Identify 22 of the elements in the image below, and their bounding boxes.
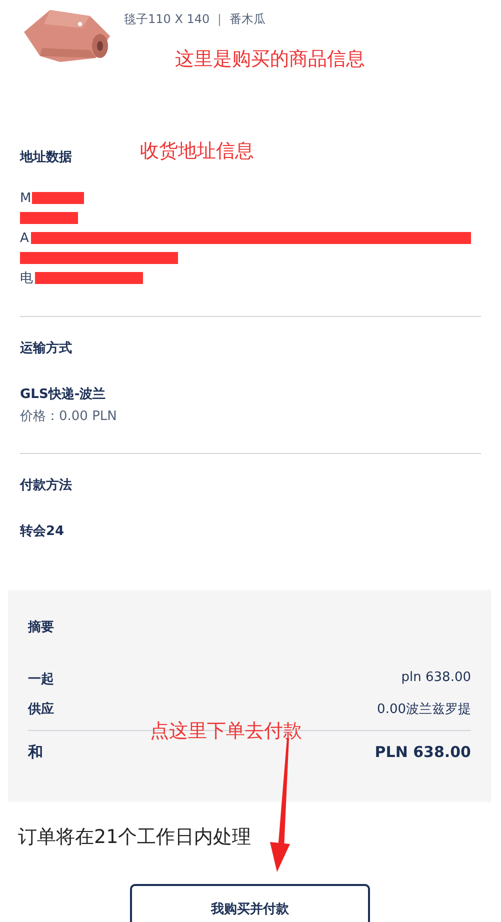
buy-and-pay-button[interactable]: 我购买并付款 xyxy=(130,884,370,922)
address-text: 电 xyxy=(20,270,33,287)
address-text: M xyxy=(20,190,32,206)
annotation-text: 收货地址信息 xyxy=(140,139,254,164)
annotation-text: 这里是购买的商品信息 xyxy=(175,47,365,72)
shipping-method: GLS快递-波兰 xyxy=(20,386,107,403)
total-value: PLN 638.00 xyxy=(374,743,471,762)
section-title: 运输方式 xyxy=(20,340,72,357)
summary-label: 一起 xyxy=(28,671,54,688)
processing-notice: 订单将在21个工作日内处理 xyxy=(18,825,252,850)
product-description: 毯子110 X 140 ｜ 番木瓜 xyxy=(124,11,266,28)
summary-value: 0.00波兰兹罗提 xyxy=(377,701,471,718)
section-title: 地址数据 xyxy=(20,149,72,166)
section-title: 摘要 xyxy=(28,618,54,636)
payment-method: 转会24 xyxy=(20,523,66,540)
summary-label: 供应 xyxy=(28,700,54,718)
address-text: A xyxy=(20,230,29,246)
summary-value: pln 638.00 xyxy=(401,670,471,687)
annotation-text: 点这里下单去付款 xyxy=(150,719,302,744)
section-title: 付款方法 xyxy=(20,476,72,494)
total-label: 和 xyxy=(28,743,43,762)
shipping-price: 价格：0.00 PLN xyxy=(20,408,118,425)
